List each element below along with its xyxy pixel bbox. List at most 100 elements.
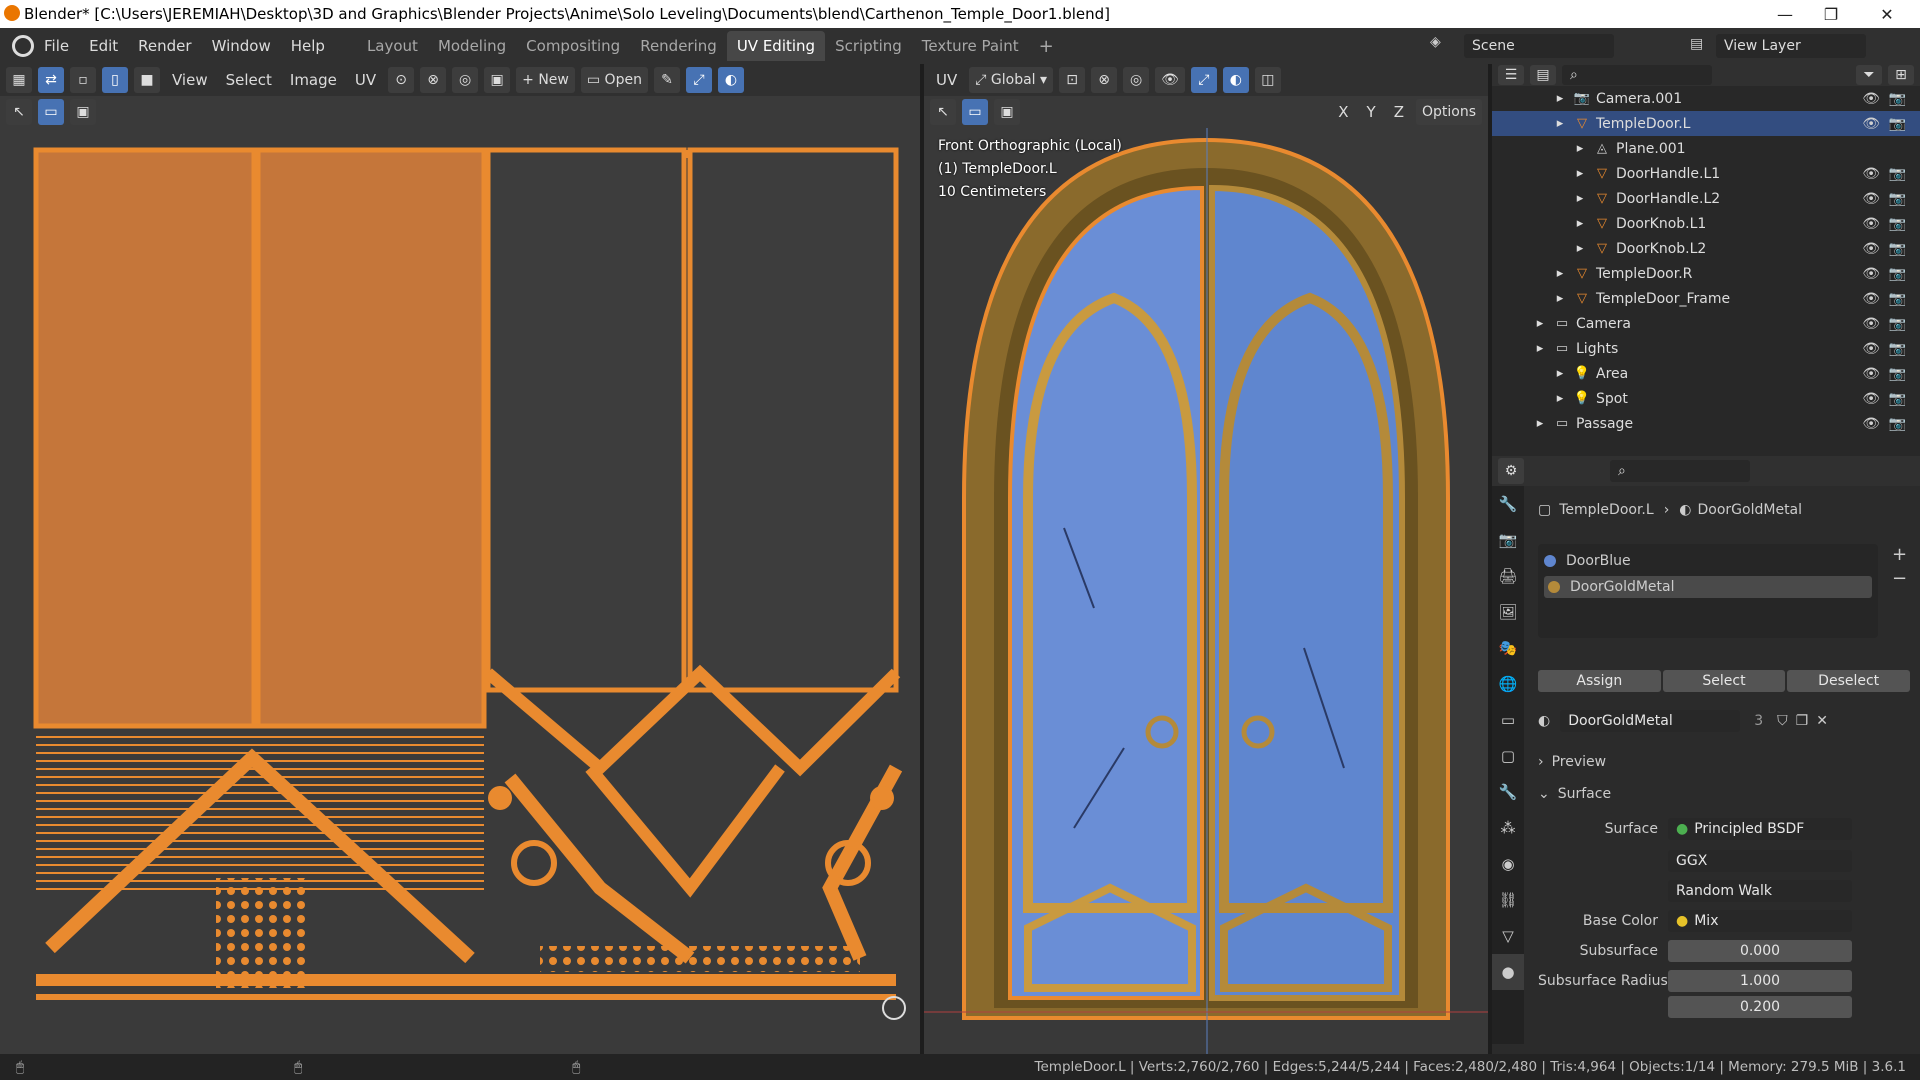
viewport-select-mode-icon[interactable]: ▭ [962,99,988,125]
visibility-eye-icon[interactable]: 👁 [1862,416,1880,432]
tab-texture-paint[interactable]: Texture Paint [912,31,1029,61]
orientation-dropdown[interactable]: ⤢ Global ▾ [969,67,1054,93]
vertex-select-icon[interactable]: ▫ [70,67,96,93]
assign-button[interactable]: Assign [1538,670,1661,692]
collection-tab-icon[interactable]: ▭ [1492,702,1524,738]
outliner-filter-icon[interactable]: ⏷ [1856,65,1882,85]
outliner-row[interactable]: ▸ ▽ DoorHandle.L1 👁 📷 [1492,161,1920,186]
tab-uv-editing[interactable]: UV Editing [726,31,826,61]
deselect-button[interactable]: Deselect [1787,670,1911,692]
tab-rendering[interactable]: Rendering [630,31,727,61]
physics-tab-icon[interactable]: ◉ [1492,846,1524,882]
world-tab-icon[interactable]: 🌐 [1492,666,1524,702]
outliner-row[interactable]: ▸ ▽ TempleDoor.R 👁 📷 [1492,261,1920,286]
pivot-point-icon[interactable]: ⊡ [1059,67,1086,93]
viewport-editor-label[interactable]: UV [930,71,963,89]
visibility-eye-icon[interactable]: 👁 [1862,391,1880,407]
disclosure-triangle-icon[interactable]: ▸ [1552,116,1568,132]
outliner-display-mode-icon[interactable]: ▤ [1530,65,1556,85]
disclosure-triangle-icon[interactable]: ▸ [1532,316,1548,332]
blender-menu-icon[interactable] [12,35,34,57]
outliner-editor-type-icon[interactable]: ☰ [1498,65,1524,85]
visibility-icon[interactable]: 👁 [1155,67,1185,93]
uv-menu-image[interactable]: Image [284,71,343,89]
disclosure-triangle-icon[interactable]: ▸ [1552,266,1568,282]
image-browse-icon[interactable]: ▣ [484,67,511,93]
outliner-row[interactable]: ▸ 💡 Area 👁 📷 [1492,361,1920,386]
render-toggle-icon[interactable]: 📷 [1889,191,1906,207]
particles-tab-icon[interactable]: ⁂ [1492,810,1524,846]
proportional-edit-icon[interactable]: ◎ [452,67,479,93]
visibility-eye-icon[interactable]: 👁 [1862,291,1880,307]
subsurface-method-dropdown[interactable]: Random Walk [1668,880,1852,902]
visibility-eye-icon[interactable]: 👁 [1862,191,1880,207]
visibility-eye-icon[interactable]: 👁 [1862,266,1880,282]
outliner-search-input[interactable]: ⌕ [1562,65,1712,85]
face-select-icon[interactable]: ■ [134,67,160,93]
viewport-options-dropdown[interactable]: Options [1415,99,1482,125]
remove-slot-button[interactable]: − [1892,568,1907,589]
data-tab-icon[interactable]: ▽ [1492,918,1524,954]
outliner-row[interactable]: ▸ 💡 Spot 👁 📷 [1492,386,1920,411]
visibility-eye-icon[interactable]: 👁 [1862,91,1880,107]
view-layer-selector[interactable]: View Layer [1716,34,1866,58]
scene-selector[interactable]: Scene [1464,34,1614,58]
close-window-button[interactable]: ✕ [1864,0,1910,28]
overlay-toggle-icon[interactable]: ◐ [717,67,744,93]
disclosure-triangle-icon[interactable]: ▸ [1572,241,1588,257]
render-toggle-icon[interactable]: 📷 [1889,241,1906,257]
render-toggle-icon[interactable]: 📷 [1889,91,1906,107]
disclosure-triangle-icon[interactable]: ▸ [1552,291,1568,307]
mirror-axis-z[interactable]: Z [1388,103,1410,121]
material-slot-doorblue[interactable]: DoorBlue [1544,550,1872,572]
material-slot-doorgoldmetal[interactable]: DoorGoldMetal [1544,576,1872,598]
mirror-axis-x[interactable]: X [1332,103,1354,121]
modifier-tab-icon[interactable]: 🔧 [1492,774,1524,810]
outliner-row[interactable]: ▸ ▭ Lights 👁 📷 [1492,336,1920,361]
viewport-select-extend-icon[interactable]: ▣ [994,99,1020,125]
material-tab-icon[interactable]: ● [1492,954,1524,990]
tab-scripting[interactable]: Scripting [825,31,912,61]
outliner-row[interactable]: ▸ 📷 Camera.001 👁 📷 [1492,86,1920,111]
tab-modeling[interactable]: Modeling [428,31,516,61]
edge-select-icon[interactable]: ▯ [102,67,128,93]
visibility-eye-icon[interactable]: 👁 [1862,341,1880,357]
uv-menu-uv[interactable]: UV [349,71,382,89]
add-slot-button[interactable]: + [1892,544,1907,565]
visibility-eye-icon[interactable]: 👁 [1862,316,1880,332]
render-toggle-icon[interactable]: 📷 [1889,341,1906,357]
select-tool-icon[interactable]: ↖ [6,99,32,125]
gizmo-toggle-icon[interactable]: ⤢ [685,67,712,93]
disclosure-triangle-icon[interactable]: ▸ [1572,216,1588,232]
uv-menu-view[interactable]: View [166,71,214,89]
select-mode-new-icon[interactable]: ▭ [38,99,64,125]
view-layer-tab-icon[interactable]: 🖼 [1492,594,1524,630]
snap-icon[interactable]: ⊗ [420,67,447,93]
visibility-eye-icon[interactable]: 👁 [1862,366,1880,382]
minimize-button[interactable]: — [1762,0,1808,28]
editor-type-icon[interactable]: ▦ [6,67,32,93]
tab-layout[interactable]: Layout [357,31,428,61]
material-name-field[interactable]: DoorGoldMetal [1560,710,1741,732]
viewport-gizmo-icon[interactable]: ⤢ [1190,67,1217,93]
render-toggle-icon[interactable]: 📷 [1889,391,1906,407]
uv-editor-canvas[interactable] [0,128,920,1054]
viewport-3d[interactable]: Front Orthographic (Local) (1) TempleDoo… [924,128,1488,1054]
pivot-icon[interactable]: ⊙ [388,67,415,93]
duplicate-material-icon[interactable]: ❐ [1796,713,1809,729]
tool-tab-icon[interactable]: 🔧 [1492,486,1524,522]
constraints-tab-icon[interactable]: ⛓ [1492,882,1524,918]
subsurface-radius-x[interactable]: 1.000 [1668,970,1852,992]
properties-search-input[interactable]: ⌕ [1610,460,1750,482]
uv-sync-selection-icon[interactable]: ⇄ [38,67,64,93]
open-image-button[interactable]: ▭ Open [580,67,648,93]
properties-editor-type-icon[interactable]: ⚙ [1498,458,1524,484]
render-toggle-icon[interactable]: 📷 [1889,291,1906,307]
menu-edit[interactable]: Edit [79,37,128,55]
maximize-button[interactable]: ❐ [1808,0,1854,28]
disclosure-triangle-icon[interactable]: ▸ [1572,141,1588,157]
surface-panel-header[interactable]: ⌄ Surface [1538,786,1611,802]
viewport-overlay-icon[interactable]: ◐ [1222,67,1249,93]
render-tab-icon[interactable]: 📷 [1492,522,1524,558]
disclosure-triangle-icon[interactable]: ▸ [1532,341,1548,357]
